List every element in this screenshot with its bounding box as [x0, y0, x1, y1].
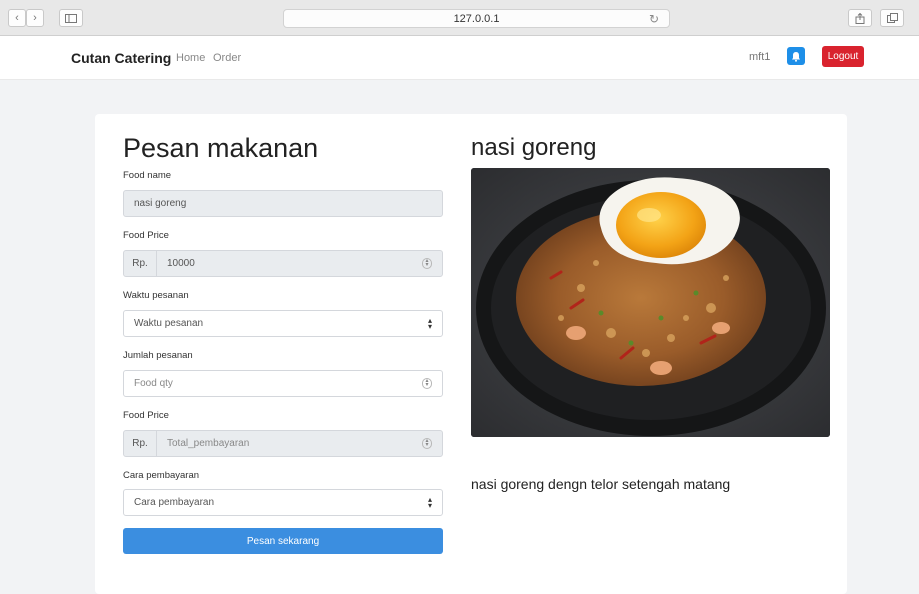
food-title: nasi goreng — [471, 134, 597, 161]
sidebar-icon — [65, 13, 77, 23]
select-caret-icon: ▴ ▾ — [427, 495, 432, 510]
address-bar[interactable]: 127.0.0.1 ↻ — [283, 9, 670, 28]
share-icon — [855, 12, 865, 24]
submit-order-button[interactable]: Pesan sekarang — [123, 528, 443, 554]
jumlah-label: Jumlah pesanan — [123, 350, 193, 361]
page-title: Pesan makanan — [123, 133, 319, 163]
food-name-field[interactable]: nasi goreng — [123, 190, 443, 217]
bell-icon — [792, 51, 800, 62]
nav-home-link[interactable]: Home — [176, 52, 205, 64]
share-button[interactable] — [848, 9, 872, 27]
tabs-button[interactable] — [880, 9, 904, 27]
food-name-label: Food name — [123, 170, 172, 181]
food-price-label: Food Price — [123, 230, 169, 241]
back-button[interactable]: ‹ — [8, 9, 26, 27]
url-text: 127.0.0.1 — [453, 12, 500, 25]
waktu-selected-value: Waktu pesanan — [134, 318, 204, 329]
notification-button[interactable] — [787, 47, 805, 65]
chevron-left-icon: ‹ — [15, 12, 19, 24]
currency-prefix: Rp. — [124, 431, 157, 456]
cara-selected-value: Cara pembayaran — [134, 497, 215, 508]
food-name-value: nasi goreng — [134, 198, 187, 209]
cara-select[interactable]: Cara pembayaran ▴ ▾ — [123, 489, 443, 516]
food-image — [471, 168, 830, 437]
number-spinner-icon[interactable]: ▴ ▾ — [422, 378, 432, 389]
currency-prefix: Rp. — [124, 251, 157, 276]
food-price-field[interactable]: Rp. 10000 ▴ ▾ — [123, 250, 443, 277]
chevron-right-icon: › — [33, 12, 37, 24]
tabs-icon — [886, 13, 898, 23]
total-placeholder: Total_pembayaran — [167, 438, 250, 449]
browser-toolbar: ‹ › 127.0.0.1 ↻ — [0, 0, 919, 36]
username-label: mft1 — [749, 51, 771, 63]
cara-label: Cara pembayaran — [123, 470, 200, 481]
waktu-label: Waktu pesanan — [123, 290, 189, 301]
nav-order-link[interactable]: Order — [213, 52, 241, 64]
total-price-label: Food Price — [123, 410, 169, 421]
number-spinner-icon[interactable]: ▴ ▾ — [422, 258, 432, 269]
select-caret-icon: ▴ ▾ — [427, 316, 432, 331]
forward-button[interactable]: › — [26, 9, 44, 27]
logout-button[interactable]: Logout — [822, 46, 864, 67]
reload-icon[interactable]: ↻ — [649, 12, 659, 26]
app-navbar: Cutan Catering Home Order mft1 Logout — [0, 36, 919, 80]
sidebar-toggle-button[interactable] — [59, 9, 83, 27]
brand-logo[interactable]: Cutan Catering — [71, 50, 171, 66]
quantity-placeholder: Food qty — [134, 378, 173, 389]
total-price-field[interactable]: Rp. Total_pembayaran ▴ ▾ — [123, 430, 443, 457]
food-price-value: 10000 — [167, 258, 195, 269]
quantity-input[interactable]: Food qty ▴ ▾ — [123, 370, 443, 397]
waktu-select[interactable]: Waktu pesanan ▴ ▾ — [123, 310, 443, 337]
food-description: nasi goreng dengn telor setengah matang — [471, 476, 731, 492]
number-spinner-icon[interactable]: ▴ ▾ — [422, 438, 432, 449]
